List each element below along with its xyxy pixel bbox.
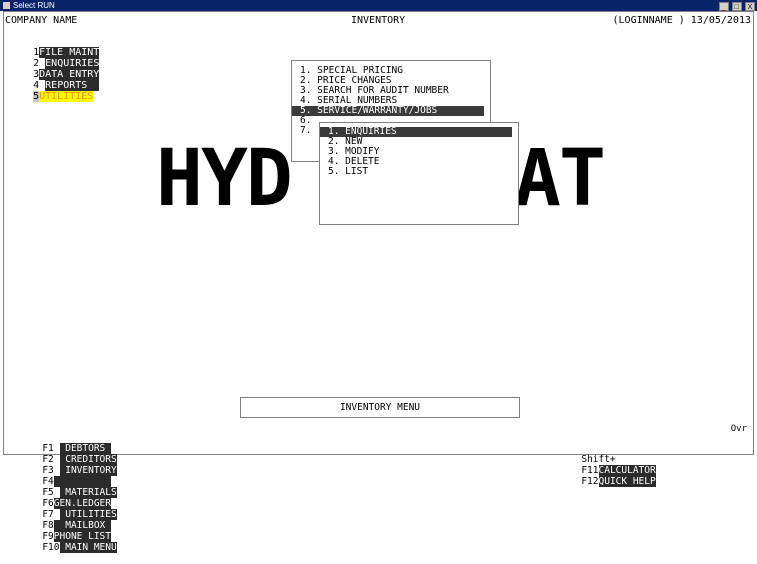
f5-materials-key[interactable]: F5 MATERIALS [42, 487, 117, 498]
f7-utilities-key[interactable]: F7 UTILITIES [42, 509, 117, 520]
service-submenu: 1. ENQUIRIES 2. NEW 3. MODIFY 4. DELETE … [319, 122, 519, 225]
menu-utilities[interactable]: 5UTILITIES [33, 91, 94, 102]
shift-prefix: Shift+ [581, 454, 616, 465]
submenu-item-list[interactable]: 5. LIST [320, 167, 512, 177]
f3-inventory-key[interactable]: F3 INVENTORY [42, 465, 117, 476]
menu-enquiries[interactable]: 2 ENQUIRIES [33, 58, 100, 69]
f4-blank-key[interactable]: F4 [42, 476, 111, 487]
menu-reports[interactable]: 4 REPORTS [33, 80, 100, 91]
app-icon [3, 2, 10, 9]
menu-label: UTILITIES [39, 91, 94, 102]
window-titlebar: Select RUN _ □ X [0, 0, 757, 11]
f1-debtors-key[interactable]: F1 DEBTORS [42, 443, 111, 454]
company-name: COMPANY NAME [5, 15, 78, 26]
menu-label: REPORTS [45, 80, 88, 91]
maximize-button[interactable]: □ [731, 2, 742, 11]
minimize-button[interactable]: _ [718, 2, 729, 11]
menu-key: 2 [33, 58, 40, 69]
background-logo-left: HYD [156, 134, 293, 224]
function-key-row-1: F1 DEBTORS F2 CREDITORS F3 INVENTORY F4 … [8, 432, 117, 564]
f12-quick-help-key[interactable]: F12QUICK HELP [581, 476, 656, 487]
menu-label: DATA ENTRY [39, 69, 100, 80]
close-button[interactable]: X [745, 2, 755, 11]
menu-label: ENQUIRIES [45, 58, 100, 69]
function-key-row-2: Shift+ F11CALCULATOR F12QUICK HELP [547, 443, 656, 498]
menu-key: 4 [33, 80, 40, 91]
menu-file-maint[interactable]: 1FILE MAINT [33, 47, 100, 58]
menu-data-entry[interactable]: 3DATA ENTRY [33, 69, 100, 80]
window-title: Select RUN [13, 1, 55, 10]
f2-creditors-key[interactable]: F2 CREDITORS [42, 454, 117, 465]
function-key-bar: F1 DEBTORS F2 CREDITORS F3 INVENTORY F4 … [4, 431, 753, 553]
background-logo-right: AT [514, 134, 606, 224]
utilities-item-service-warranty-jobs[interactable]: 5. SERVICE/WARRANTY/JOBS [292, 106, 484, 116]
current-menu-label: INVENTORY MENU [240, 397, 520, 418]
f6-gen-ledger-key[interactable]: F6GEN.LEDGER [42, 498, 111, 509]
module-title: INVENTORY [351, 15, 406, 26]
login-date: (LOGINNAME ) 13/05/2013 [612, 15, 751, 26]
f10-main-menu-key[interactable]: F10 MAIN MENU [42, 542, 117, 553]
top-menu-bar: 1FILE MAINT 2 ENQUIRIES 3DATA ENTRY 4 RE… [9, 36, 101, 113]
f8-mailbox-key[interactable]: F8 MAILBOX [42, 520, 111, 531]
f9-phone-list-key[interactable]: F9PHONE LIST [42, 531, 111, 542]
terminal-screen: COMPANY NAME INVENTORY (LOGINNAME ) 13/0… [3, 11, 754, 553]
f11-calculator-key[interactable]: F11CALCULATOR [581, 465, 656, 476]
menu-label: FILE MAINT [39, 47, 100, 58]
